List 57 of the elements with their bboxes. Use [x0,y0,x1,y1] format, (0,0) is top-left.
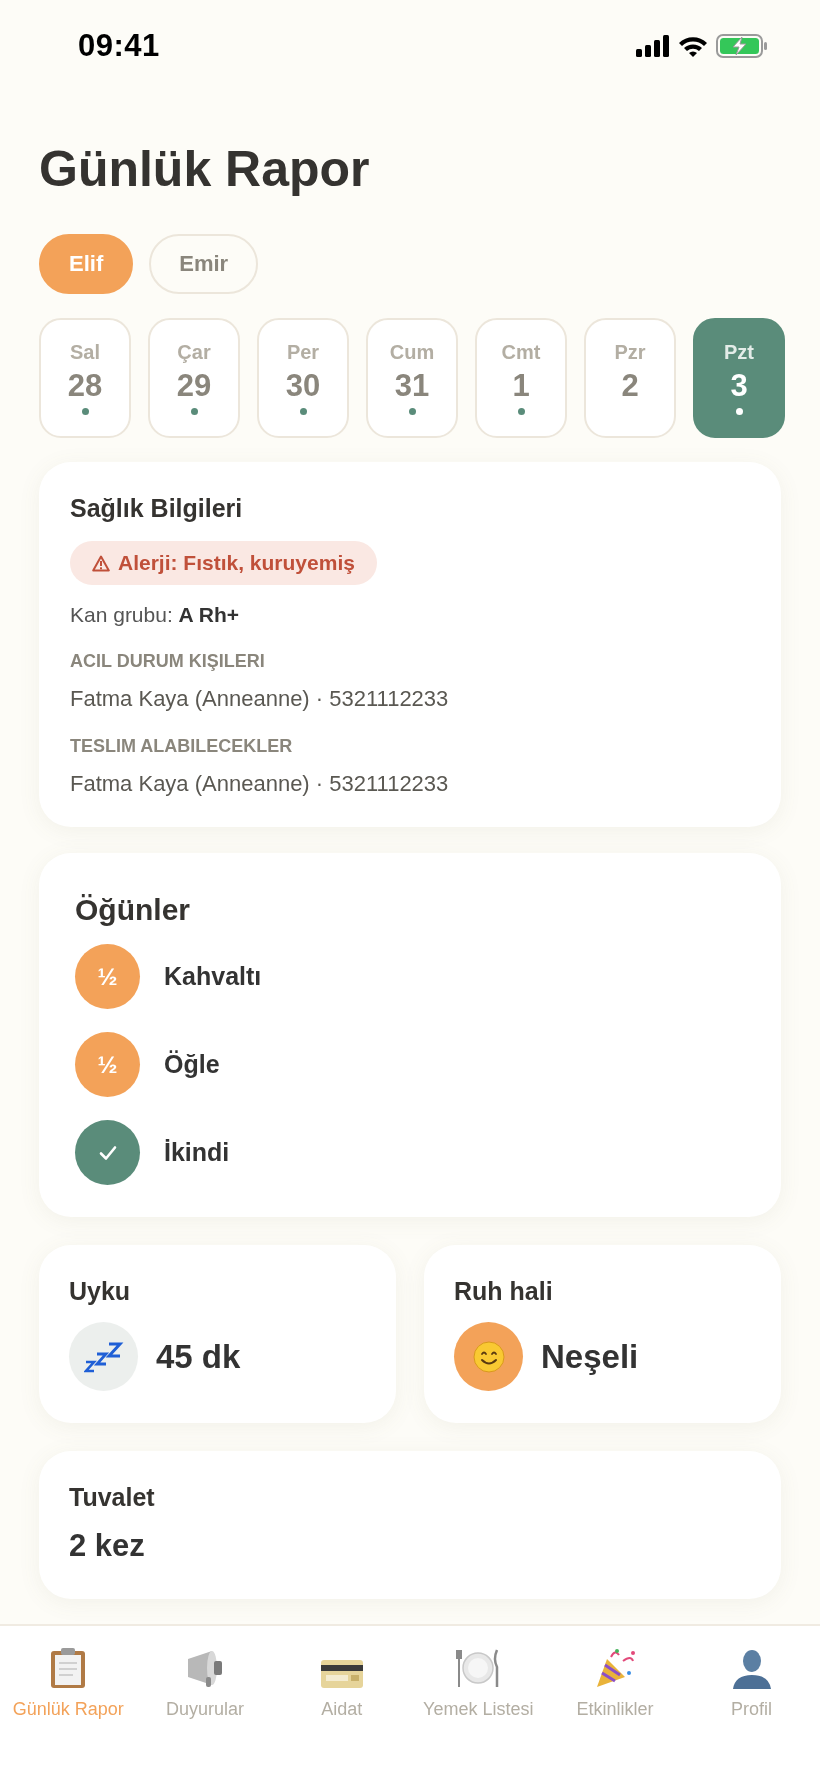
page-title: Günlük Rapor [39,144,371,194]
battery-icon [716,34,768,58]
credit-card-icon [319,1659,364,1689]
mood-value: Neşeli [541,1337,639,1376]
half-portion-badge: ½ [75,1032,140,1097]
weekday-label: Pzt [724,341,754,364]
tab-bar-item[interactable]: Aidat [273,1640,410,1720]
person-icon [730,1647,773,1689]
meal-name: İkindi [164,1138,230,1167]
tab-bar-item[interactable]: Günlük Rapor [0,1640,137,1720]
weekday-label: Cum [389,341,435,364]
tab-bar-item[interactable]: Duyurular [137,1640,273,1720]
date-tab[interactable]: Pzt 3 [693,318,785,438]
day-number: 31 [394,368,430,404]
card-title: Sağlık Bilgileri [70,494,243,523]
date-tab[interactable]: Çar 29 [148,318,240,438]
date-tab[interactable]: Sal 28 [39,318,131,438]
date-tab[interactable]: Pzr 2 [584,318,676,438]
date-tab[interactable]: Cum 31 [366,318,458,438]
day-number: 29 [176,368,212,404]
day-number: 30 [285,368,321,404]
contact-text: Fatma Kaya (Anneanne) · 5321112233 [70,771,449,797]
tab-bar-item[interactable]: Profil [683,1640,820,1720]
child-tab[interactable]: Emir [149,234,259,294]
contact-text: Fatma Kaya (Anneanne) · 5321112233 [70,686,449,712]
weekday-label: Sal [70,341,100,364]
half-portion-badge: ½ [75,944,140,1009]
wifi-icon [678,35,708,57]
weekday-label: Per [286,341,320,364]
weekday-label: Pzr [614,341,646,364]
warning-icon [92,554,110,572]
day-number: 1 [512,368,530,404]
section-heading: TESLIM ALABILECEKLER [70,736,293,757]
meal-name: Kahvaltı [164,962,262,991]
toilet-count: 2 kez [69,1528,146,1564]
section-heading: ACIL DURUM KIŞILERI [70,651,265,672]
allergy-text: Alerji: Fıstık, kuruyemiş [118,551,355,575]
day-number: 3 [730,368,748,404]
clipboard-icon [49,1647,88,1689]
weekday-label: Cmt [501,341,541,364]
tab-bar-item[interactable]: Etkinlikler [546,1640,683,1720]
day-number: 2 [621,368,639,404]
status-time: 09:41 [78,28,160,64]
sleep-duration: 45 dk [156,1337,241,1376]
meal-name: Öğle [164,1050,220,1079]
day-number: 28 [67,368,103,404]
weekday-label: Çar [177,341,211,364]
tab-bar-item[interactable]: Yemek Listesi [410,1640,547,1720]
date-tab[interactable]: Cmt 1 [475,318,567,438]
child-tab[interactable]: Elif [39,234,134,294]
card-title: Ruh hali [454,1277,554,1306]
date-tab[interactable]: Per 30 [257,318,349,438]
card-title: Öğünler [75,893,191,927]
card-title: Uyku [69,1277,132,1306]
blood-type-text: Kan grubu: A Rh+ [70,603,240,627]
card-title: Tuvalet [69,1483,156,1512]
signal-icon [636,35,670,57]
